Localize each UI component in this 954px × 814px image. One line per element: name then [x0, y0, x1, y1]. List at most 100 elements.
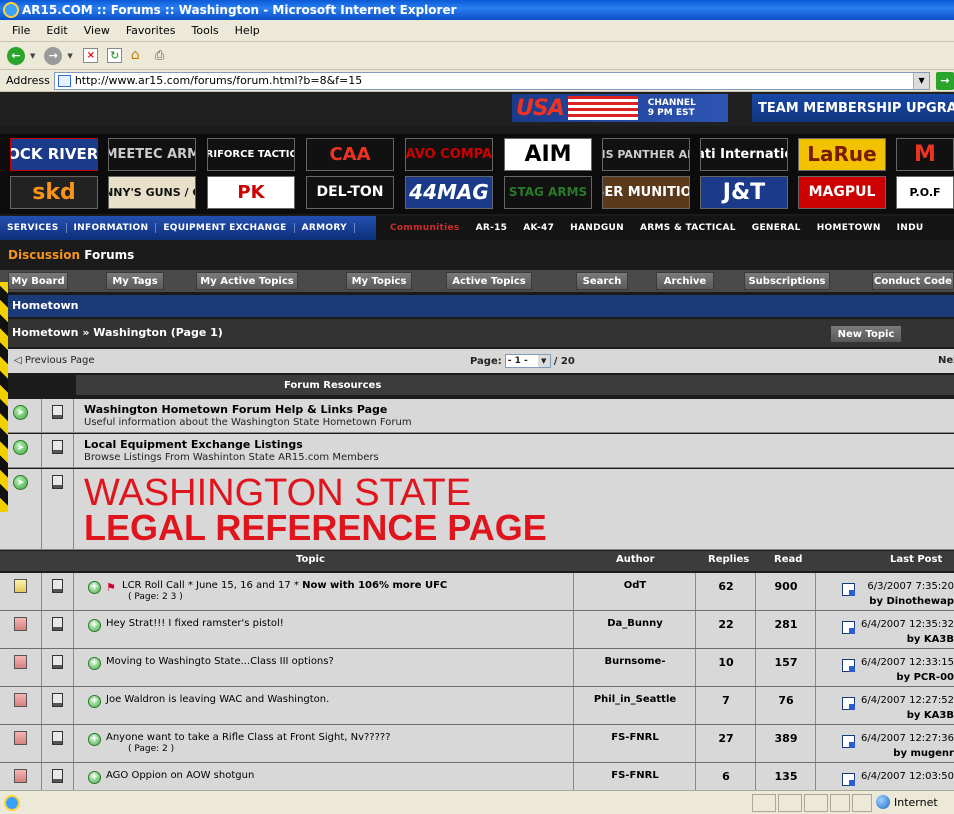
sponsor-logo[interactable]: J&T	[700, 176, 788, 209]
sponsor-logo[interactable]: DPMS PANTHER ARMS	[602, 138, 690, 171]
my-tags-button[interactable]: My Tags	[106, 272, 164, 290]
print-button[interactable]: ⎙	[153, 46, 173, 66]
sponsor-logo[interactable]: AMEETEC ARMS	[108, 138, 196, 171]
topic-author[interactable]: Burnsome-	[576, 656, 694, 667]
expand-icon[interactable]: +	[88, 771, 101, 784]
topic-pages[interactable]: ( Page: 2 3 )	[128, 592, 183, 602]
menu-view[interactable]: View	[76, 24, 118, 37]
topic-pages[interactable]: ( Page: 2 )	[128, 744, 174, 754]
sponsor-logo[interactable]: Galati International	[700, 138, 788, 171]
nav-information[interactable]: INFORMATION	[67, 223, 157, 233]
last-post-icon[interactable]	[842, 735, 855, 748]
my-active-topics-button[interactable]: My Active Topics	[196, 272, 298, 290]
sponsor-logo[interactable]: AIM	[504, 138, 592, 171]
table-row[interactable]: + AGO Oppion on AOW shotgun FS-FNRL 6 13…	[0, 763, 954, 790]
sponsor-logo[interactable]: P.O.F	[896, 176, 954, 209]
nav-services[interactable]: SERVICES	[0, 223, 67, 233]
col-last-post[interactable]: Last Post	[890, 554, 942, 565]
table-row[interactable]: + Moving to Washingto State...Class III …	[0, 649, 954, 687]
topic-author[interactable]: FS-FNRL	[576, 770, 694, 781]
expand-icon[interactable]: +	[88, 695, 101, 708]
sponsor-logo[interactable]: DENNY'S GUNS / GTS	[108, 176, 196, 209]
topic-title[interactable]: AGO Oppion on AOW shotgun	[106, 770, 254, 781]
nav-handgun[interactable]: HANDGUN	[562, 223, 632, 233]
nav-industry[interactable]: INDU	[889, 223, 932, 233]
forward-dropdown-icon[interactable]: ▼	[67, 52, 72, 60]
table-row[interactable]: + Anyone want to take a Rifle Class at F…	[0, 725, 954, 763]
nav-ak47[interactable]: AK-47	[515, 223, 562, 233]
sponsor-logo[interactable]: skd	[10, 176, 98, 209]
sponsor-logo[interactable]: RRA ROCK RIVER ARMS	[10, 138, 98, 171]
last-post-author[interactable]: by KA3B	[858, 708, 954, 723]
sponsor-logo[interactable]: 44MAG	[405, 176, 493, 209]
table-row[interactable]: + Hey Strat!!! I fixed ramster's pistol!…	[0, 611, 954, 649]
menu-help[interactable]: Help	[227, 24, 268, 37]
sponsor-logo[interactable]: MAGPUL	[798, 176, 886, 209]
expand-icon[interactable]: +	[88, 733, 101, 746]
topic-title[interactable]: Anyone want to take a Rifle Class at Fro…	[106, 732, 391, 743]
sponsor-logo[interactable]: PK	[207, 176, 295, 209]
active-topics-button[interactable]: Active Topics	[446, 272, 532, 290]
topic-author[interactable]: FS-FNRL	[576, 732, 694, 743]
conduct-code-button[interactable]: Conduct Code	[872, 272, 954, 290]
sponsor-logo[interactable]: VERIFORCE TACTICAL	[207, 138, 295, 171]
resource-title[interactable]: Local Equipment Exchange Listings	[84, 438, 303, 451]
back-button[interactable]: ←	[6, 46, 26, 66]
last-post-icon[interactable]	[842, 659, 855, 672]
col-author[interactable]: Author	[616, 554, 655, 565]
nav-arms-tactical[interactable]: ARMS & TACTICAL	[632, 223, 744, 233]
refresh-button[interactable]: ↻	[105, 46, 125, 66]
topic-author[interactable]: OdT	[576, 580, 694, 591]
archive-button[interactable]: Archive	[656, 272, 714, 290]
usa-channel-banner[interactable]: USA CHANNEL 9 PM EST	[512, 94, 728, 122]
nav-hometown[interactable]: HOMETOWN	[809, 223, 889, 233]
home-button[interactable]: ⌂	[129, 46, 149, 66]
last-post-author[interactable]: by mugenr	[858, 746, 954, 761]
last-post-icon[interactable]	[842, 621, 855, 634]
next-page-link[interactable]: Nex	[938, 355, 954, 366]
resource-title[interactable]: Washington Hometown Forum Help & Links P…	[84, 403, 387, 416]
security-zone[interactable]: Internet	[876, 795, 938, 809]
stop-button[interactable]: ×	[81, 46, 101, 66]
nav-general[interactable]: GENERAL	[744, 223, 809, 233]
last-post-icon[interactable]	[842, 773, 855, 786]
table-row[interactable]: + Joe Waldron is leaving WAC and Washing…	[0, 687, 954, 725]
page-select[interactable]: - 1 - ▼	[504, 354, 551, 368]
sponsor-logo[interactable]: M	[896, 138, 954, 171]
my-topics-button[interactable]: My Topics	[346, 272, 412, 290]
topic-title[interactable]: Hey Strat!!! I fixed ramster's pistol!	[106, 618, 284, 629]
menu-file[interactable]: File	[4, 24, 38, 37]
sponsor-logo[interactable]: STAG ARMS	[504, 176, 592, 209]
sponsor-logo[interactable]: CAA	[306, 138, 394, 171]
nav-ar15[interactable]: AR-15	[468, 223, 516, 233]
col-replies[interactable]: Replies	[708, 554, 749, 565]
sponsor-logo[interactable]: LaRue	[798, 138, 886, 171]
nav-armory[interactable]: ARMORY	[295, 223, 355, 233]
topic-title[interactable]: LCR Roll Call * June 15, 16 and 17 * Now…	[122, 580, 447, 591]
menu-edit[interactable]: Edit	[38, 24, 75, 37]
last-post-author[interactable]: by Dinothewap	[858, 594, 954, 609]
back-dropdown-icon[interactable]: ▼	[30, 52, 35, 60]
last-post-icon[interactable]	[842, 583, 855, 596]
previous-page-link[interactable]: ◁ Previous Page	[14, 355, 95, 366]
col-read[interactable]: Read	[774, 554, 802, 565]
sponsor-logo[interactable]: KISER MUNITIONS	[602, 176, 690, 209]
topic-title[interactable]: Moving to Washingto State...Class III op…	[106, 656, 334, 667]
address-dropdown-icon[interactable]: ▼	[913, 72, 930, 89]
new-topic-button[interactable]: New Topic	[830, 325, 902, 343]
go-button[interactable]: →	[936, 71, 954, 90]
subscriptions-button[interactable]: Subscriptions	[744, 272, 830, 290]
nav-equipment-exchange[interactable]: EQUIPMENT EXCHANGE	[156, 223, 295, 233]
forward-button[interactable]: →	[43, 46, 63, 66]
expand-icon[interactable]: +	[88, 581, 101, 594]
legal-reference-link-line2[interactable]: LEGAL REFERENCE PAGE	[84, 509, 547, 547]
col-topic[interactable]: Topic	[296, 554, 325, 565]
sponsor-logo[interactable]: BRAVO COMPANY	[405, 138, 493, 171]
menu-tools[interactable]: Tools	[184, 24, 227, 37]
last-post-author[interactable]: by PCR-00	[858, 670, 954, 685]
topic-title[interactable]: Joe Waldron is leaving WAC and Washingto…	[106, 694, 329, 705]
topic-author[interactable]: Da_Bunny	[576, 618, 694, 629]
expand-icon[interactable]: +	[88, 657, 101, 670]
search-button[interactable]: Search	[576, 272, 628, 290]
my-board-button[interactable]: My Board	[8, 272, 68, 290]
